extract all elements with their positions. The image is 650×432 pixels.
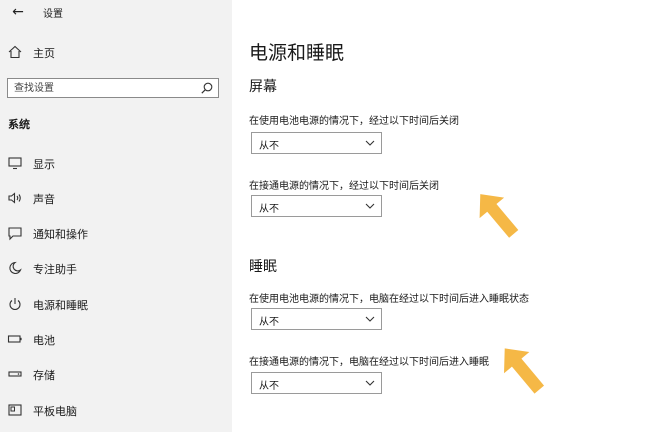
dropdown-value: 从不 xyxy=(259,381,279,392)
sleep-battery-label: 在使用电池电源的情况下，电脑在经过以下时间后进入睡眠状态 xyxy=(249,294,529,305)
sidebar-item-label: 声音 xyxy=(33,193,55,206)
sidebar-item-label: 专注助手 xyxy=(33,263,77,276)
sidebar-item-tablet[interactable]: 平板电脑 xyxy=(0,398,232,424)
storage-icon xyxy=(8,371,22,377)
section-title: 系统 xyxy=(8,118,30,131)
chevron-down-icon xyxy=(365,140,375,146)
sleep-battery-dropdown[interactable]: 从不 xyxy=(251,308,382,330)
sidebar-item-focus-assist[interactable]: 专注助手 xyxy=(0,256,232,282)
sidebar-item-label: 通知和操作 xyxy=(33,228,88,241)
sidebar-item-label: 显示 xyxy=(33,158,55,171)
search-icon[interactable] xyxy=(200,81,214,95)
screen-plugged-dropdown[interactable]: 从不 xyxy=(251,195,382,217)
screen-heading: 屏幕 xyxy=(249,79,277,95)
screen-battery-label: 在使用电池电源的情况下，经过以下时间后关闭 xyxy=(249,116,459,127)
power-icon xyxy=(9,298,21,311)
sidebar-item-storage[interactable]: 存储 xyxy=(0,362,232,388)
tablet-icon xyxy=(8,404,22,416)
chevron-down-icon xyxy=(365,316,375,322)
annotation-arrow-icon xyxy=(479,194,519,238)
back-arrow-icon: ← xyxy=(12,4,24,20)
annotation-arrow-icon xyxy=(504,348,545,394)
sidebar-item-battery[interactable]: 电池 xyxy=(0,327,232,353)
home-icon xyxy=(8,45,22,59)
dropdown-value: 从不 xyxy=(259,204,279,215)
speaker-icon xyxy=(8,192,21,204)
battery-icon xyxy=(7,335,22,343)
sidebar-item-display[interactable]: 显示 xyxy=(0,151,232,177)
screen-plugged-label: 在接通电源的情况下，经过以下时间后关闭 xyxy=(249,181,439,192)
search-box[interactable] xyxy=(7,78,219,98)
dropdown-value: 从不 xyxy=(259,141,279,152)
sidebar-item-label: 电源和睡眠 xyxy=(33,299,88,312)
chevron-down-icon xyxy=(365,203,375,209)
sidebar: ← 设置 主页 系统 显示 声音 通知和操作 xyxy=(0,0,232,432)
sidebar-item-label: 平板电脑 xyxy=(33,405,77,418)
sidebar-item-notifications[interactable]: 通知和操作 xyxy=(0,221,232,247)
notification-icon xyxy=(8,227,22,241)
page-title: 电源和睡眠 xyxy=(249,42,345,64)
moon-icon xyxy=(9,261,22,274)
sidebar-item-home[interactable]: 主页 xyxy=(0,40,232,66)
back-button[interactable]: ← xyxy=(8,2,28,22)
sidebar-item-label: 主页 xyxy=(33,47,55,60)
main-content: 电源和睡眠 屏幕 在使用电池电源的情况下，经过以下时间后关闭 从不 在接通电源的… xyxy=(232,0,650,432)
screen-battery-dropdown[interactable]: 从不 xyxy=(251,132,382,154)
chevron-down-icon xyxy=(365,380,375,386)
sleep-heading: 睡眠 xyxy=(249,259,277,275)
sleep-plugged-dropdown[interactable]: 从不 xyxy=(251,372,382,394)
sleep-plugged-label: 在接通电源的情况下，电脑在经过以下时间后进入睡眠 xyxy=(249,357,489,368)
search-input[interactable] xyxy=(8,79,200,97)
dropdown-value: 从不 xyxy=(259,317,279,328)
display-icon xyxy=(8,157,22,170)
app-title: 设置 xyxy=(43,9,63,20)
sidebar-item-sound[interactable]: 声音 xyxy=(0,186,232,212)
sidebar-item-power-sleep[interactable]: 电源和睡眠 xyxy=(0,292,232,318)
sidebar-item-label: 电池 xyxy=(33,334,55,347)
sidebar-item-label: 存储 xyxy=(33,369,55,382)
